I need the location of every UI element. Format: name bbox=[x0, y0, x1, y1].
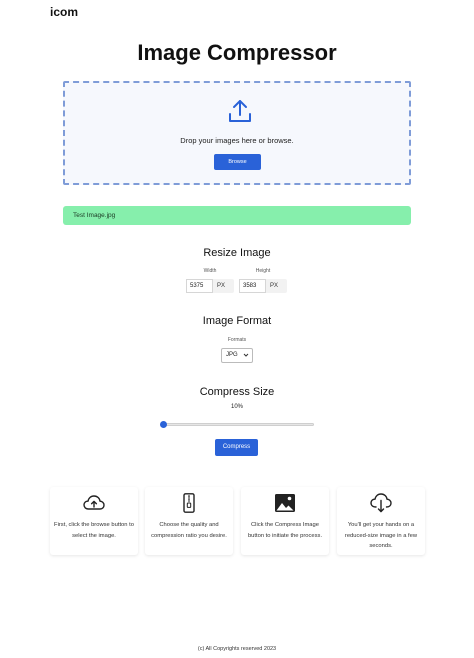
width-input[interactable]: 5375 bbox=[186, 279, 213, 293]
selected-file-bar: Test Image.jpg bbox=[63, 206, 411, 225]
zip-file-icon bbox=[183, 493, 195, 513]
step-text: First, click the browse button to select… bbox=[54, 522, 134, 539]
compress-slider[interactable] bbox=[163, 423, 314, 426]
step-card-compress: Click the Compress Image button to initi… bbox=[241, 487, 329, 555]
width-unit: PX bbox=[217, 283, 226, 289]
step-text: Click the Compress Image button to initi… bbox=[247, 522, 323, 539]
format-selected-value: JPG bbox=[226, 352, 238, 358]
width-label: Width bbox=[203, 268, 217, 274]
page-title: Image Compressor bbox=[137, 40, 337, 65]
width-field: 5375 PX bbox=[186, 279, 234, 293]
height-field: 3583 PX bbox=[239, 279, 287, 293]
image-icon bbox=[275, 494, 295, 512]
chevron-down-icon bbox=[243, 353, 249, 357]
slider-thumb[interactable] bbox=[160, 421, 167, 428]
height-unit: PX bbox=[270, 283, 279, 289]
compress-section-title: Compress Size bbox=[199, 386, 275, 398]
compress-button[interactable]: Compress bbox=[215, 439, 258, 456]
formats-label: Formats bbox=[227, 337, 247, 343]
height-label: Height bbox=[255, 268, 271, 274]
step-card-quality: Choose the quality and compression ratio… bbox=[145, 487, 233, 555]
step-card-download: You'll get your hands on a reduced-size … bbox=[337, 487, 425, 555]
drop-instructions: Drop your images here or browse. bbox=[180, 136, 294, 145]
step-text: Choose the quality and compression ratio… bbox=[151, 522, 227, 539]
image-dropzone[interactable]: Drop your images here or browse. Browse bbox=[63, 81, 411, 185]
browse-button[interactable]: Browse bbox=[214, 154, 261, 170]
resize-section-title: Resize Image bbox=[203, 247, 271, 259]
cloud-download-icon bbox=[370, 493, 392, 513]
upload-icon bbox=[229, 100, 251, 122]
format-select[interactable]: JPG bbox=[221, 348, 253, 363]
format-section-title: Image Format bbox=[202, 315, 272, 327]
step-card-browse: First, click the browse button to select… bbox=[50, 487, 138, 555]
compress-percent: 10% bbox=[230, 404, 243, 410]
cloud-upload-icon bbox=[83, 495, 105, 510]
brand-logo[interactable]: icom bbox=[50, 5, 78, 19]
step-text: You'll get your hands on a reduced-size … bbox=[344, 522, 418, 549]
footer-copyright: (c) All Copyrights reserved 2023 bbox=[197, 646, 277, 652]
height-input[interactable]: 3583 bbox=[239, 279, 266, 293]
